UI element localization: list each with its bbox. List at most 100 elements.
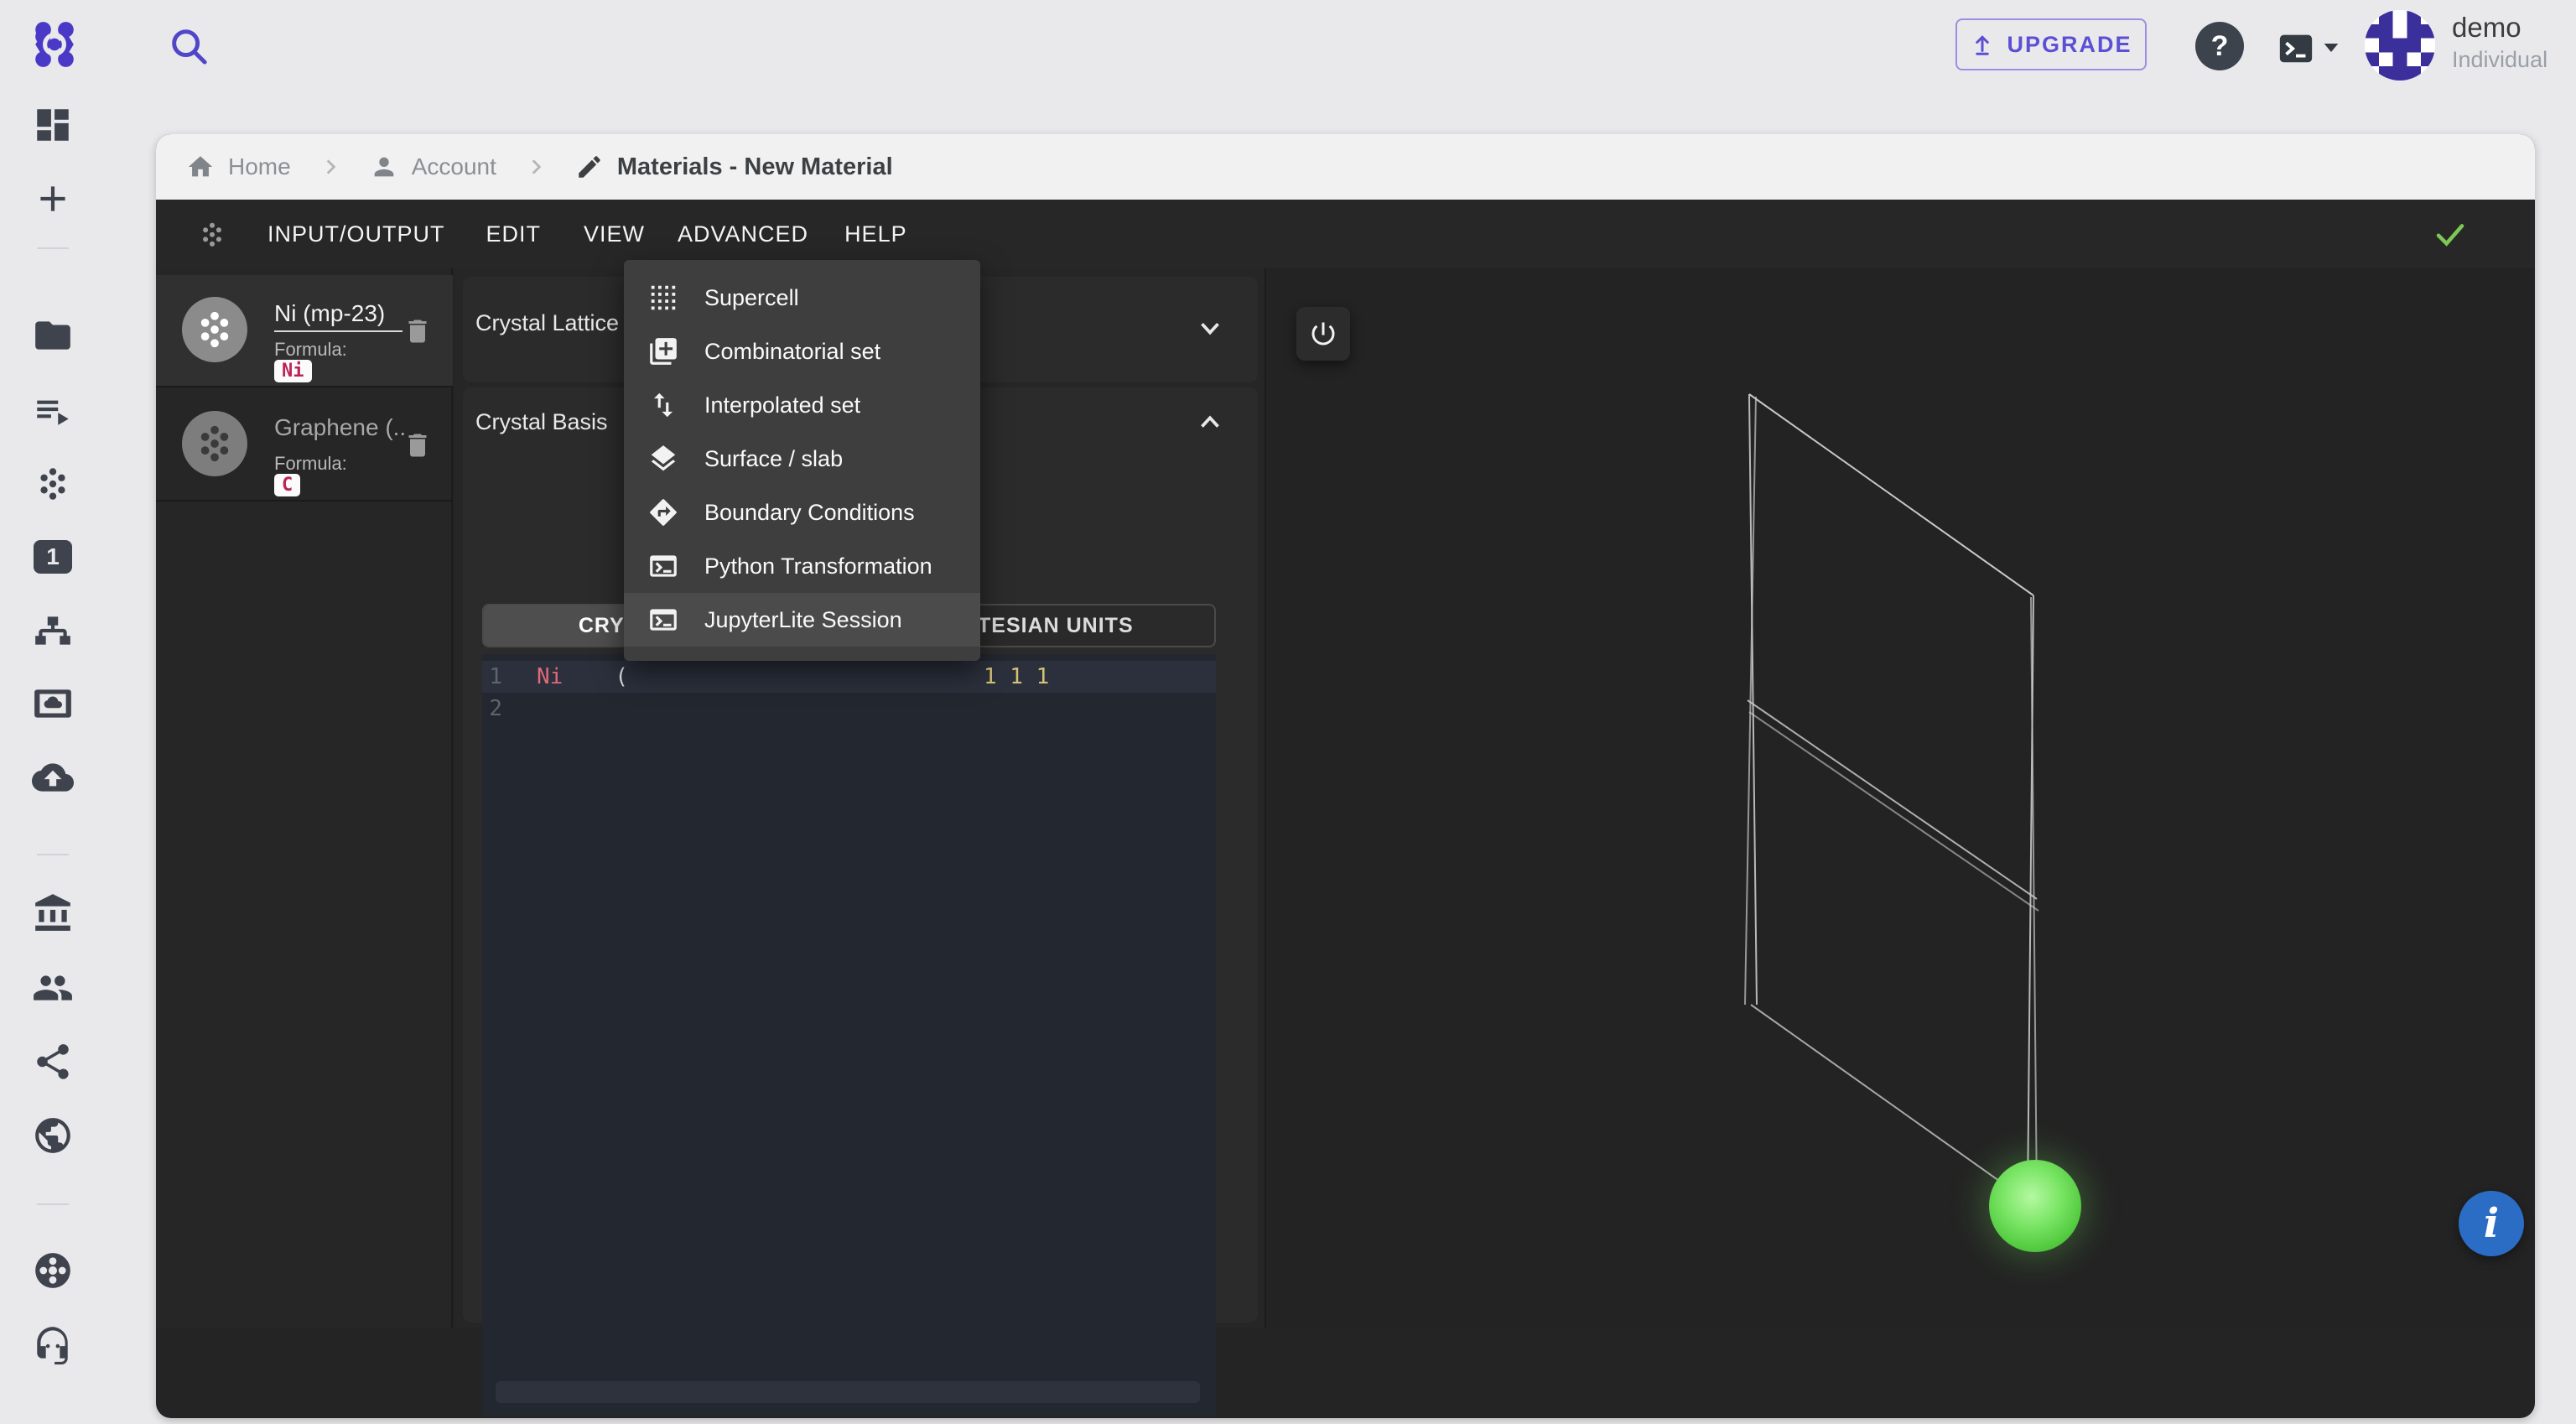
breadcrumb-account-label: Account [411, 153, 496, 179]
material-atoms-icon [203, 222, 221, 247]
designer-content: Ni (mp-23) Formula: Ni Graphene (... For… [156, 268, 2535, 1416]
sidebar-item-jobs-list[interactable] [32, 388, 74, 430]
breadcrumb-home-label: Home [228, 153, 291, 179]
formula-chip: C [274, 474, 301, 496]
supercell-grid-icon [651, 285, 676, 310]
sidebar-item-workflows[interactable] [32, 610, 74, 652]
terminal-icon [650, 609, 677, 631]
line-number: 2 [489, 696, 502, 721]
brand-logo-icon[interactable] [30, 20, 79, 69]
crystal-lattice-title: Crystal Lattice [475, 310, 620, 335]
crystal-basis-title: Crystal Basis [475, 409, 608, 434]
material-item-graphene[interactable]: Graphene (... Formula: C [156, 389, 453, 502]
sidebar-divider [37, 247, 69, 249]
delete-material-button[interactable] [402, 314, 433, 349]
import-export-icon [653, 392, 673, 418]
library-add-icon [650, 338, 677, 365]
3d-viewer-panel[interactable]: i [1268, 268, 2535, 1328]
console-menu-button[interactable] [2274, 29, 2345, 67]
basis-code-editor[interactable]: 1 Ni (1 1 1 2 [482, 654, 1216, 1416]
menu-item-interpolated-set[interactable]: Interpolated set [624, 378, 980, 432]
entity-bank-icon: 1 [46, 543, 60, 569]
advanced-dropdown-menu: Supercell Combinatorial set Interpolated… [624, 260, 980, 661]
breadcrumb-account[interactable]: Account [370, 153, 496, 181]
menu-item-surface-slab[interactable]: Surface / slab [624, 432, 980, 486]
upgrade-label: UPGRADE [2007, 31, 2132, 57]
code-line-2[interactable]: 2 [482, 693, 1216, 725]
unit-cell-wireframe [1744, 393, 2039, 1202]
formula-chip: Ni [274, 360, 312, 382]
viewer-power-button[interactable] [1296, 307, 1350, 361]
sidebar-item-cloud-upload[interactable] [32, 756, 74, 798]
materials-list-panel: Ni (mp-23) Formula: Ni Graphene (... For… [156, 268, 453, 1328]
menu-item-combinatorial-set[interactable]: Combinatorial set [624, 325, 980, 378]
material-name-field[interactable]: Ni (mp-23) [274, 300, 405, 327]
element-token: Ni [537, 664, 564, 689]
question-mark-icon: ? [2210, 29, 2229, 62]
sidebar-divider [37, 1203, 69, 1205]
search-icon[interactable] [166, 23, 211, 69]
help-button[interactable]: ? [2195, 22, 2244, 70]
sidebar-item-organization[interactable] [32, 892, 74, 934]
upload-icon [1976, 35, 1990, 55]
expand-chevron-down-icon[interactable] [1194, 312, 1226, 344]
sidebar-item-share[interactable] [32, 1041, 74, 1083]
person-icon [374, 157, 394, 177]
sidebar-item-explore[interactable] [32, 1250, 74, 1291]
editor-horizontal-scrollbar[interactable] [496, 1381, 1200, 1403]
paren-token: ( [615, 664, 628, 689]
sidebar-divider [37, 854, 69, 855]
user-plan: Individual [2452, 47, 2548, 72]
sidebar-item-public-web[interactable] [32, 1115, 74, 1156]
material-item-ni[interactable]: Ni (mp-23) Formula: Ni [156, 275, 453, 387]
material-thumbnail-icon [182, 297, 247, 362]
coords-token: 1 1 1 [983, 664, 1050, 689]
code-line-1[interactable]: 1 Ni (1 1 1 [482, 661, 1216, 693]
terminal-icon [2279, 34, 2313, 63]
breadcrumb-home[interactable]: Home [186, 153, 291, 181]
directions-icon [650, 499, 677, 526]
upgrade-button[interactable]: UPGRADE [1955, 18, 2147, 70]
sidebar-item-add-new[interactable] [32, 178, 74, 220]
chevron-right-icon [326, 159, 336, 174]
menu-edit[interactable]: EDIT [486, 221, 542, 247]
menu-item-python-transformation[interactable]: Python Transformation [624, 539, 980, 593]
menu-item-jupyterlite-session[interactable]: JupyterLite Session [624, 593, 980, 647]
page-title: Materials - New Material [616, 153, 893, 180]
sidebar-item-materials-designer[interactable] [32, 462, 74, 504]
save-check-icon[interactable] [2431, 216, 2470, 252]
menu-item-supercell[interactable]: Supercell [624, 271, 980, 325]
line-number: 1 [489, 664, 502, 689]
name-edit-underline [274, 330, 402, 332]
designer-menubar: INPUT/OUTPUT EDIT VIEW ADVANCED HELP [156, 200, 2535, 268]
chevron-right-icon [532, 159, 542, 174]
menu-input-output[interactable]: INPUT/OUTPUT [267, 221, 445, 247]
chevron-down-icon [2324, 44, 2339, 52]
ni-atom-sphere[interactable] [1989, 1160, 2081, 1252]
pencil-icon [579, 156, 600, 178]
formula-label: Formula: [274, 339, 347, 360]
terminal-icon [650, 555, 677, 577]
sidebar-item-team[interactable] [32, 967, 74, 1009]
menu-help[interactable]: HELP [844, 221, 907, 247]
sidebar-item-media[interactable] [32, 683, 74, 725]
material-name[interactable]: Graphene (... [274, 414, 405, 441]
sidebar-item-dashboard[interactable] [32, 104, 74, 146]
menu-view[interactable]: VIEW [584, 221, 645, 247]
collapse-chevron-up-icon[interactable] [1194, 406, 1226, 438]
sidebar-item-entity-bank[interactable]: 1 [34, 540, 72, 574]
sidebar-item-projects-folder[interactable] [32, 314, 74, 356]
app-window: UPGRADE ? demo Individual 1 Home Account… [0, 0, 2576, 1424]
info-button[interactable]: i [2459, 1191, 2524, 1256]
power-icon [1311, 322, 1335, 346]
menu-advanced[interactable]: ADVANCED [678, 221, 808, 247]
breadcrumb-current: Materials - New Material [575, 153, 893, 181]
formula-label: Formula: [274, 453, 347, 474]
menu-item-boundary-conditions[interactable]: Boundary Conditions [624, 486, 980, 539]
sidebar-item-support[interactable] [32, 1323, 74, 1365]
breadcrumb: Home Account Materials - New Material [156, 134, 2535, 200]
material-thumbnail-icon [182, 411, 247, 476]
home-icon [188, 156, 213, 177]
delete-material-button[interactable] [402, 428, 433, 463]
user-avatar[interactable] [2365, 10, 2435, 81]
